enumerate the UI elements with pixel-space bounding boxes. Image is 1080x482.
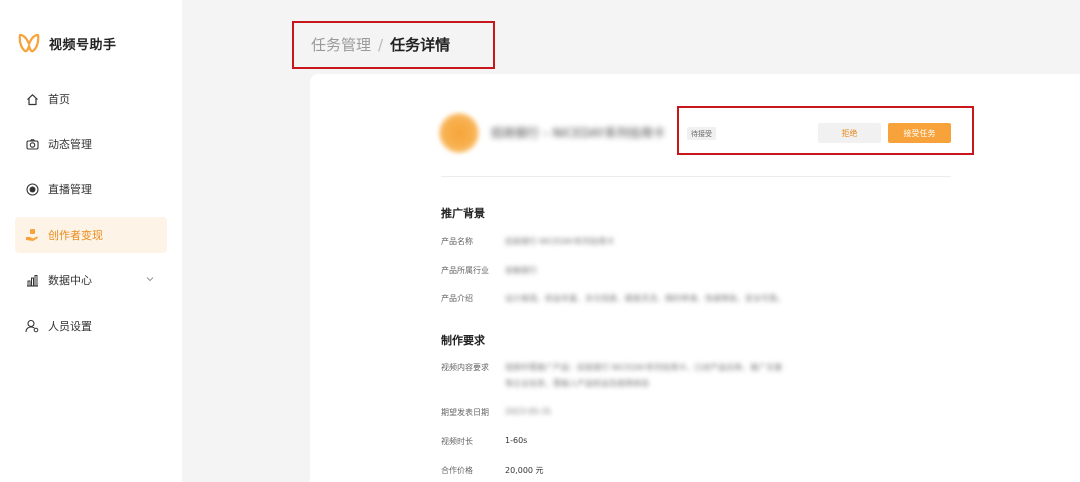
user-settings-icon <box>25 319 39 333</box>
creator-hand-icon <box>25 228 39 242</box>
sidebar-item-posts[interactable]: 动态管理 <box>15 126 167 162</box>
app-name: 视频号助手 <box>49 37 117 53</box>
brand-avatar <box>439 113 479 153</box>
app-logo[interactable]: 视频号助手 <box>18 31 117 55</box>
status-badge: 待接受 <box>687 127 716 140</box>
home-icon <box>25 92 39 106</box>
camera-icon <box>25 137 39 151</box>
section-title-requirements: 制作要求 <box>441 334 485 347</box>
field-value: 2023-05-31 <box>505 407 552 416</box>
sidebar-item-home[interactable]: 首页 <box>15 81 167 117</box>
live-record-icon <box>25 182 39 196</box>
section-title-background: 推广背景 <box>441 207 485 220</box>
sidebar-item-label: 动态管理 <box>48 138 92 151</box>
field-value: 设计美观、权益丰富、多元场景、额度灵活、随时申请、快速审批、安全可靠。 <box>505 294 785 303</box>
breadcrumb-separator: / <box>378 35 384 54</box>
field-value: 等企业信息，需植入产品权益及使用体验 <box>505 379 649 388</box>
field-value: 1-60s <box>505 436 528 445</box>
sidebar-item-label: 首页 <box>48 93 70 106</box>
accept-task-button[interactable]: 接受任务 <box>888 123 951 143</box>
sidebar-item-member-settings[interactable]: 人员设置 <box>15 308 167 344</box>
field-value: 20,000 元 <box>505 466 544 475</box>
breadcrumb-parent-link[interactable]: 任务管理 <box>311 34 371 55</box>
task-title: 招商银行 – NICEDAY系列信用卡 <box>491 126 665 140</box>
reject-button[interactable]: 拒绝 <box>818 123 881 143</box>
butterfly-logo-icon <box>18 33 40 53</box>
field-label: 产品名称 <box>441 237 473 246</box>
header-divider <box>441 176 951 177</box>
page-title: 任务详情 <box>390 36 451 54</box>
field-label: 视频内容要求 <box>441 363 489 372</box>
sidebar-item-label: 数据中心 <box>48 274 92 287</box>
sidebar-item-label: 直播管理 <box>48 183 92 196</box>
sidebar-item-data-center[interactable]: 数据中心 <box>15 262 167 298</box>
field-value: 金融银行 <box>505 266 537 275</box>
sidebar-item-label: 人员设置 <box>48 320 92 333</box>
field-label: 视频时长 <box>441 437 473 446</box>
sidebar-item-live[interactable]: 直播管理 <box>15 171 167 207</box>
sidebar-item-label: 创作者变现 <box>48 229 103 242</box>
chevron-down-icon <box>145 274 155 287</box>
sidebar: 视频号助手 首页 动态管理 直播管理 创作者变现 数据中心 人员设置 <box>0 0 182 482</box>
breadcrumb: 任务管理 / 任务详情 <box>311 34 450 55</box>
field-value: 招商银行 NICEDAY系列信用卡 <box>505 237 615 246</box>
field-label: 产品所属行业 <box>441 266 489 275</box>
bar-chart-icon <box>25 273 39 287</box>
field-label: 期望发表日期 <box>441 408 489 417</box>
sidebar-item-monetization[interactable]: 创作者变现 <box>15 217 167 253</box>
field-label: 合作价格 <box>441 466 473 475</box>
field-value: 视频中需推广产品：招商银行 NICEDAY系列信用卡，口述产品名称、推广文案 <box>505 363 783 372</box>
field-label: 产品介绍 <box>441 294 473 303</box>
